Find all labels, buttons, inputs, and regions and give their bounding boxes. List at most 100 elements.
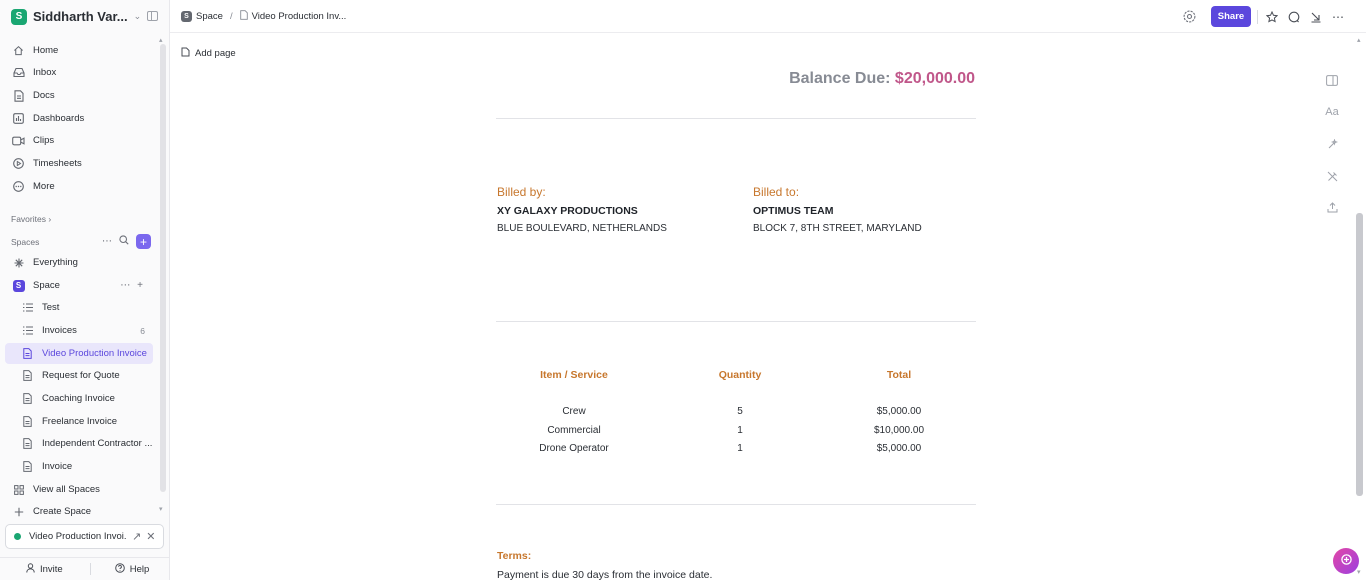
settings-icon[interactable] [1181,10,1197,23]
nav-label: More [33,181,55,192]
inbox-icon [12,66,25,79]
item-label: Freelance Invoice [42,416,117,427]
table-cell-total: $5,000.00 [876,443,922,454]
more-options-icon[interactable]: ⋯ [1330,10,1346,24]
divider [496,321,976,322]
collapse-icon[interactable] [1308,11,1324,23]
help-icon [114,562,125,576]
add-page-button[interactable]: Add page [181,47,236,60]
topbar: S Space / Video Production Inv... Share … [170,0,1366,33]
space-item-request-for-quote[interactable]: Request for Quote [5,365,153,386]
breadcrumb-space[interactable]: Space [196,11,223,22]
divider [496,504,976,505]
close-icon[interactable]: ✕ [146,530,155,543]
nav-label: Create Space [33,506,92,517]
nav-timesheets[interactable]: Timesheets [5,153,153,174]
space-name: Space [33,280,60,291]
table-cell-item: Drone Operator [539,443,609,454]
nav-everything[interactable]: Everything [5,252,153,273]
breadcrumb-doc[interactable]: Video Production Inv... [252,11,347,22]
nav-docs[interactable]: Docs [5,85,153,106]
billed-to-name: OPTIMUS TEAM [753,205,834,217]
scroll-down-icon[interactable]: ▾ [1357,568,1361,576]
doc-icon [21,460,34,473]
space-item[interactable]: S Space ⋯ + [5,275,153,296]
nav-label: View all Spaces [33,484,100,495]
star-icon[interactable] [1264,10,1280,23]
nav-dashboards[interactable]: Dashboards [5,108,153,129]
space-item-freelance-invoice[interactable]: Freelance Invoice [5,411,153,432]
help-label: Help [129,563,150,575]
add-space-button[interactable]: + [136,234,151,249]
balance-amount: $20,000.00 [894,70,975,87]
collapse-sidebar-icon[interactable] [147,11,158,21]
scroll-up-icon[interactable]: ▴ [1357,36,1361,44]
space-item-test[interactable]: Test [5,297,153,318]
billed-to-address: BLOCK 7, 8TH STREET, MARYLAND [753,223,922,234]
workspace-avatar: S [11,8,27,25]
clips-icon [12,134,25,147]
billed-by-address: BLUE BOULEVARD, NETHERLANDS [497,223,667,234]
more-icon [12,180,25,193]
table-cell-quantity: 1 [737,443,743,454]
nav-label: Inbox [33,67,57,78]
nav-inbox[interactable]: Inbox [5,62,153,83]
view-all-spaces[interactable]: View all Spaces [5,479,153,500]
space-item-coaching-invoice[interactable]: Coaching Invoice [5,388,153,409]
space-item-independent-contractor[interactable]: Independent Contractor ... [5,433,153,454]
status-dot [14,533,21,540]
chevron-right-icon: › [48,214,52,224]
export-icon[interactable] [1324,199,1340,215]
help-button[interactable]: Help [114,562,150,576]
doc-icon [21,369,34,382]
magic-icon[interactable] [1324,136,1340,152]
invite-button[interactable]: Invite [26,562,63,576]
page-scrollbar[interactable] [1356,213,1363,496]
spaces-label: Spaces [11,237,40,247]
pinned-doc-label: Video Production Invoi... [29,531,127,542]
user-icon [26,562,35,576]
list-icon [21,324,34,337]
scroll-down-icon[interactable]: ▾ [159,505,163,513]
favorites-section[interactable]: Favorites › [11,214,51,224]
add-page-icon [181,47,190,60]
space-item-invoice[interactable]: Invoice [5,456,153,477]
create-space[interactable]: Create Space [5,501,153,522]
open-external-icon[interactable]: ↗ [132,530,141,543]
space-tools[interactable]: ⋯ + [120,280,145,291]
nav-label: Timesheets [33,158,82,169]
share-button[interactable]: Share [1211,6,1251,27]
billed-to-label: Billed to: [753,185,800,199]
nav-clips[interactable]: Clips [5,130,153,151]
doc-icon [21,347,34,360]
spaces-tools: ⋯ + [102,234,151,249]
item-label: Video Production Invoice [42,348,147,359]
docs-icon [12,89,25,102]
terms-label: Terms: [497,550,532,562]
ai-wand-icon[interactable] [1324,168,1340,184]
ai-assistant-button[interactable] [1333,548,1359,574]
spaces-more-icon[interactable]: ⋯ [102,236,112,247]
invite-label: Invite [40,563,63,575]
space-item-invoices[interactable]: Invoices 6 [5,320,153,341]
breadcrumb-separator: / [229,10,233,22]
plus-icon [12,505,25,518]
terms-text: Payment is due 30 days from the invoice … [497,569,713,580]
sidebar-bottom-bar: Invite Help [0,557,170,580]
workspace-name: Siddharth Var... [33,9,128,24]
nav-more[interactable]: More [5,176,153,197]
page-details-icon[interactable] [1324,72,1340,88]
nav-home[interactable]: Home [5,40,153,61]
column-header-quantity: Quantity [718,369,762,381]
workspace-switcher[interactable]: S Siddharth Var... ⌄ [0,0,170,33]
nav-label: Dashboards [33,113,85,124]
item-label: Invoice [42,461,73,472]
sidebar-scrollbar[interactable] [160,44,166,492]
comment-icon[interactable] [1286,11,1302,23]
space-item-video-production-invoice[interactable]: Video Production Invoice [5,343,153,364]
scroll-up-icon[interactable]: ▴ [159,36,163,44]
typography-icon[interactable]: Aa [1324,104,1340,120]
pinned-doc-tab[interactable]: Video Production Invoi... ↗ ✕ [5,524,164,549]
item-label: Coaching Invoice [42,393,115,404]
search-icon[interactable] [119,235,129,248]
